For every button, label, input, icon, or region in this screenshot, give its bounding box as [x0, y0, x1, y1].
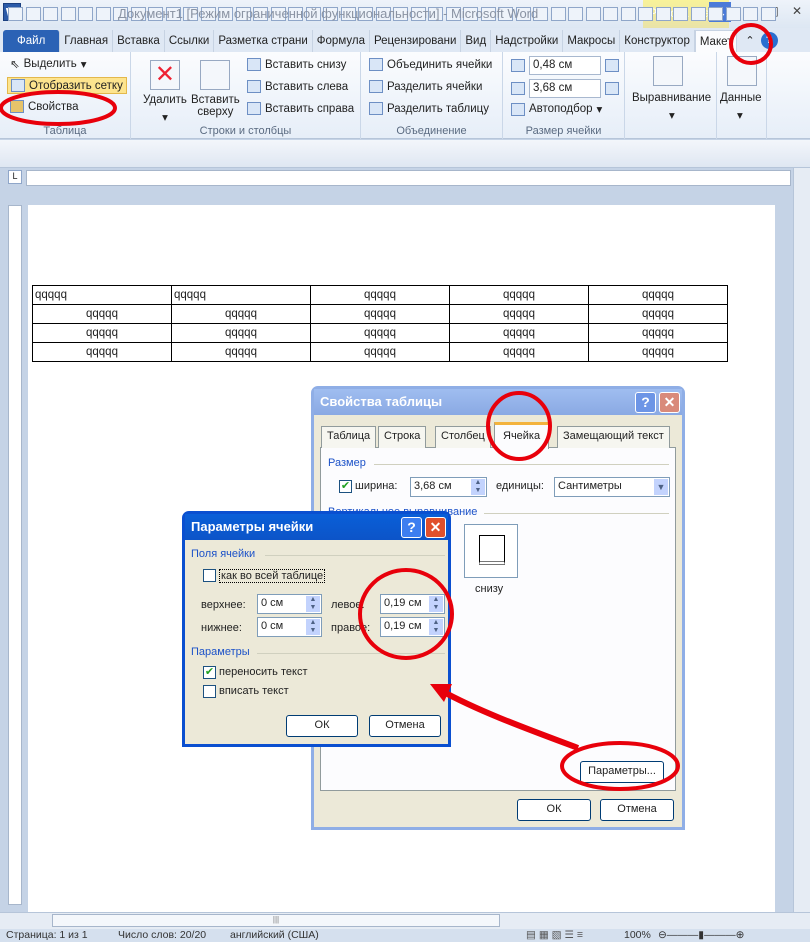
- annotation-overlay: [0, 23, 773, 791]
- annotation-circle-layout-tab: [729, 23, 773, 65]
- window-title: Документ1 [Режим ограниченной функционал…: [118, 6, 539, 21]
- annotation-arrow: [438, 687, 580, 751]
- annotation-circle-cell-tab: [486, 391, 552, 461]
- annotation-circle-options-button: [560, 741, 680, 791]
- annotation-circle-margins: [358, 568, 454, 660]
- annotation-circle-properties: [0, 90, 117, 126]
